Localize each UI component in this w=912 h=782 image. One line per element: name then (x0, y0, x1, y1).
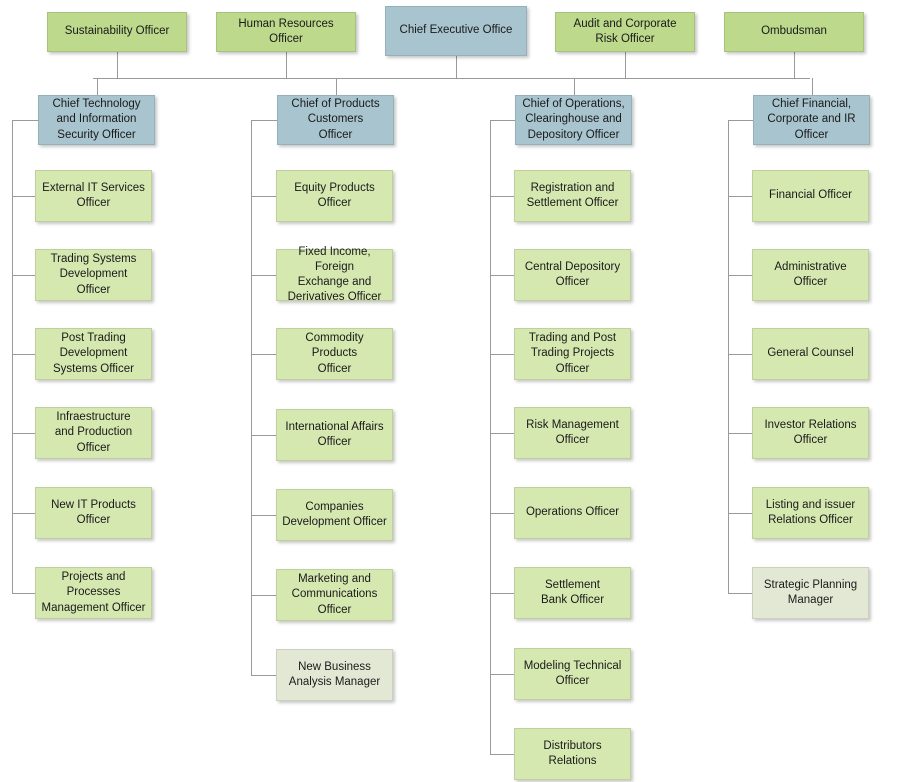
node-unit-0-2[interactable]: Post Trading Development Systems Officer (35, 328, 152, 380)
node-unit-2-0[interactable]: Registration and Settlement Officer (514, 170, 631, 222)
node-unit-1-3[interactable]: International Affairs Officer (276, 409, 393, 461)
chief-stub-2 (490, 120, 515, 121)
node-chief-2[interactable]: Chief of Operations, Clearinghouse and D… (515, 95, 632, 145)
node-unit-1-5[interactable]: Marketing and Communications Officer (276, 569, 393, 621)
node-unit-1-0[interactable]: Equity Products Officer (276, 170, 393, 222)
unit-branch-3-5 (728, 593, 752, 594)
top-connector-bus (93, 78, 810, 79)
unit-branch-2-3 (490, 433, 514, 434)
unit-branch-0-0 (12, 196, 35, 197)
unit-branch-3-1 (728, 275, 752, 276)
node-staff-1[interactable]: Human Resources Officer (216, 12, 356, 52)
node-unit-3-5[interactable]: Strategic Planning Manager (752, 567, 869, 619)
column-trunk-2 (490, 120, 491, 754)
node-unit-1-4[interactable]: Companies Development Officer (276, 489, 393, 541)
staff-stem-0 (117, 52, 118, 78)
node-chief-0[interactable]: Chief Technology and Information Securit… (38, 95, 155, 145)
node-unit-0-1[interactable]: Trading Systems Development Officer (35, 249, 152, 301)
node-unit-2-3[interactable]: Risk Management Officer (514, 407, 631, 459)
column-trunk-3 (728, 120, 729, 593)
unit-branch-1-6 (251, 675, 276, 676)
unit-branch-0-2 (12, 354, 35, 355)
node-unit-3-0[interactable]: Financial Officer (752, 170, 869, 222)
node-unit-2-4[interactable]: Operations Officer (514, 487, 631, 539)
node-unit-2-2[interactable]: Trading and Post Trading Projects Office… (514, 328, 631, 380)
unit-branch-1-0 (251, 196, 276, 197)
unit-branch-1-5 (251, 595, 276, 596)
unit-branch-2-6 (490, 674, 514, 675)
column-trunk-1 (251, 120, 252, 675)
node-unit-0-4[interactable]: New IT Products Officer (35, 487, 152, 539)
unit-branch-2-5 (490, 593, 514, 594)
unit-branch-2-4 (490, 513, 514, 514)
staff-stem-1 (286, 52, 287, 78)
chief-stem-3 (812, 78, 813, 95)
node-unit-2-1[interactable]: Central Depository Officer (514, 249, 631, 301)
unit-branch-2-7 (490, 754, 514, 755)
node-chief-executive-office[interactable]: Chief Executive Office (385, 6, 527, 56)
node-unit-0-5[interactable]: Projects and Processes Management Office… (35, 567, 152, 619)
unit-branch-2-2 (490, 354, 514, 355)
unit-branch-3-4 (728, 513, 752, 514)
unit-branch-0-1 (12, 275, 35, 276)
node-unit-0-3[interactable]: Infraestructure and Production Officer (35, 407, 152, 459)
node-unit-3-2[interactable]: General Counsel (752, 328, 869, 380)
executive-stem (456, 56, 457, 78)
chief-stem-0 (97, 78, 98, 95)
unit-branch-0-4 (12, 513, 35, 514)
node-staff-2[interactable]: Audit and Corporate Risk Officer (555, 12, 695, 52)
unit-branch-2-0 (490, 196, 514, 197)
node-chief-3[interactable]: Chief Financial, Corporate and IR Office… (753, 95, 870, 145)
node-unit-1-1[interactable]: Fixed Income, Foreign Exchange and Deriv… (276, 246, 393, 303)
unit-branch-0-5 (12, 593, 35, 594)
node-chief-1[interactable]: Chief of Products Customers Officer (277, 95, 394, 145)
node-unit-3-3[interactable]: Investor Relations Officer (752, 407, 869, 459)
staff-stem-3 (794, 52, 795, 78)
node-staff-0[interactable]: Sustainability Officer (47, 12, 187, 52)
staff-stem-2 (625, 52, 626, 78)
unit-branch-1-4 (251, 515, 276, 516)
chief-stem-1 (336, 78, 337, 95)
unit-branch-1-3 (251, 435, 276, 436)
unit-branch-1-1 (251, 275, 276, 276)
unit-branch-3-0 (728, 196, 752, 197)
unit-branch-2-1 (490, 275, 514, 276)
node-unit-3-1[interactable]: Administrative Officer (752, 249, 869, 301)
node-unit-3-4[interactable]: Listing and issuer Relations Officer (752, 487, 869, 539)
unit-branch-3-3 (728, 433, 752, 434)
node-unit-1-2[interactable]: Commodity Products Officer (276, 328, 393, 380)
chief-stub-0 (12, 120, 38, 121)
unit-branch-0-3 (12, 433, 35, 434)
node-unit-0-0[interactable]: External IT Services Officer (35, 170, 152, 222)
node-unit-2-7[interactable]: Distributors Relations (514, 728, 631, 780)
chief-stub-3 (728, 120, 753, 121)
node-staff-3[interactable]: Ombudsman (724, 12, 864, 52)
node-unit-1-6[interactable]: New Business Analysis Manager (276, 649, 393, 701)
unit-branch-1-2 (251, 354, 276, 355)
chief-stem-2 (574, 78, 575, 95)
node-unit-2-5[interactable]: Settlement Bank Officer (514, 567, 631, 619)
unit-branch-3-2 (728, 354, 752, 355)
column-trunk-0 (12, 120, 13, 593)
chief-stub-1 (251, 120, 277, 121)
org-chart: Chief Executive Office Sustainability Off… (0, 0, 912, 782)
node-unit-2-6[interactable]: Modeling Technical Officer (514, 648, 631, 700)
